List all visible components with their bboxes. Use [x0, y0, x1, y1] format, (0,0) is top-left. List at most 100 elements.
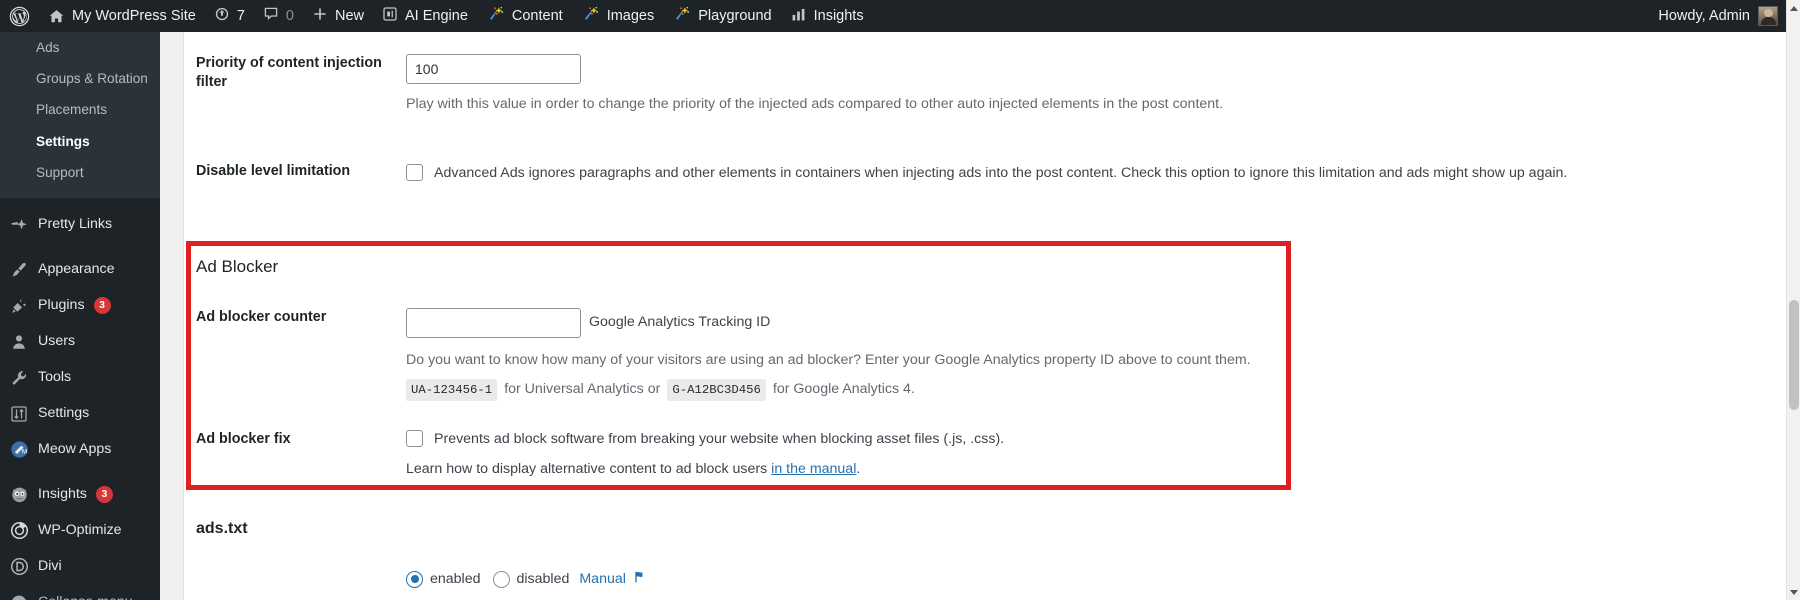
insights-menu[interactable]: Insights	[781, 0, 873, 32]
google-analytics-tracking-id-label: Google Analytics Tracking ID	[589, 314, 771, 331]
content-menu[interactable]: Content	[477, 0, 572, 32]
insights-label: Insights	[813, 7, 864, 24]
sidebar-item-groups-rotation[interactable]: Groups & Rotation	[0, 63, 160, 94]
ad-blocker-fix-manual-line: Learn how to display alternative content…	[406, 459, 1384, 480]
priority-input[interactable]	[406, 54, 581, 84]
sidebar-item-divi[interactable]: Divi	[0, 549, 160, 585]
sidebar-item-wp-optimize[interactable]: WP-Optimize	[0, 513, 160, 549]
wordpress-logo-icon	[9, 6, 30, 27]
sidebar-item-collapse-menu[interactable]: Collapse menu	[0, 585, 160, 600]
settings-sliders-icon	[9, 404, 29, 424]
wp-optimize-icon	[9, 521, 29, 541]
sidebar-item-label: Settings	[38, 405, 90, 422]
account-menu[interactable]: Howdy, Admin	[1658, 6, 1786, 26]
priority-setting-row: Priority of content injection filter Pla…	[184, 54, 1684, 115]
disable-level-limitation-label: Disable level limitation	[196, 163, 351, 179]
new-label: New	[334, 7, 364, 24]
learn-more-suffix-text: .	[856, 461, 861, 478]
content-area: Priority of content injection filter Pla…	[160, 32, 1786, 600]
ad-blocker-counter-row: Ad blocker counter Google Analytics Trac…	[184, 308, 1384, 401]
sidebar-item-ads[interactable]: Ads	[0, 32, 160, 63]
ads-txt-disabled-radio[interactable]	[492, 570, 510, 588]
avatar	[1758, 6, 1778, 26]
sidebar-item-settings[interactable]: Settings	[0, 126, 160, 157]
sidebar-item-label: Tools	[38, 369, 72, 386]
ad-blocker-fix-checkbox[interactable]	[406, 430, 423, 447]
ad-blocker-counter-input[interactable]	[406, 308, 581, 338]
ads-txt-manual-link[interactable]: Manual	[579, 571, 626, 587]
ad-blocker-section-title: Ad Blocker	[196, 257, 279, 276]
updates-menu[interactable]: 7	[205, 0, 254, 32]
plugins-plug-icon	[9, 296, 29, 316]
content-label: Content	[511, 7, 563, 24]
ad-blocker-counter-field: Google Analytics Tracking ID Do you want…	[406, 308, 1384, 401]
sidebar-item-label: Insights	[38, 486, 87, 503]
sidebar-item-support[interactable]: Support	[0, 157, 160, 188]
sidebar-item-placements[interactable]: Placements	[0, 95, 160, 126]
in-the-manual-link[interactable]: in the manual	[771, 461, 856, 477]
sidebar-item-plugins[interactable]: Plugins 3	[0, 288, 160, 324]
priority-help-text: Play with this value in order to change …	[406, 96, 1224, 112]
settings-panel: Priority of content injection filter Pla…	[183, 32, 1786, 600]
ad-blocker-counter-help-line2: UA-123456-1 for Universal Analytics or G…	[406, 379, 1384, 401]
sidebar-item-meow-apps[interactable]: M Meow Apps	[0, 432, 160, 468]
admin-sidebar: Ads Groups & Rotation Placements Setting…	[0, 32, 160, 600]
svg-text:M: M	[21, 449, 27, 456]
ga4-tracking-id-code: G-A12BC3D456	[667, 379, 766, 401]
ad-blocker-counter-label: Ad blocker counter	[196, 309, 327, 325]
manual-flag-icon	[633, 570, 647, 588]
ads-txt-enabled-radio[interactable]	[406, 570, 423, 588]
ad-blocker-counter-help-line1: Do you want to know how many of your vis…	[406, 352, 1251, 368]
sidebar-item-label: WP-Optimize	[38, 522, 122, 539]
ua-tracking-id-code: UA-123456-1	[406, 379, 498, 401]
comment-bubble-icon	[263, 6, 279, 26]
scroll-down-arrow[interactable]	[1787, 584, 1800, 600]
menu-separator	[0, 243, 160, 252]
scroll-up-arrow[interactable]	[1787, 0, 1800, 16]
meow-apps-icon: M	[9, 440, 29, 460]
advanced-ads-submenu: Ads Groups & Rotation Placements Setting…	[0, 32, 160, 198]
updates-icon	[214, 6, 230, 26]
vertical-scrollbar[interactable]	[1786, 0, 1800, 600]
ai-engine-icon	[382, 6, 398, 26]
sidebar-item-label: Appearance	[38, 261, 115, 278]
scrollbar-thumb[interactable]	[1789, 300, 1799, 410]
playground-menu[interactable]: Playground	[663, 0, 780, 32]
magic-wand-icon	[486, 5, 505, 28]
priority-field: Play with this value in order to change …	[406, 54, 1684, 115]
sidebar-item-tools[interactable]: Tools	[0, 360, 160, 396]
pretty-links-icon	[9, 215, 29, 235]
admin-bar: My WordPress Site 7 0 New AI Engine Cont…	[0, 0, 1786, 32]
home-icon	[48, 8, 65, 24]
ad-blocker-fix-checkbox-text: Prevents ad block software from breaking…	[434, 431, 1005, 447]
disable-level-limitation-row: Disable level limitation Advanced Ads ig…	[184, 162, 1684, 183]
ai-engine-label: AI Engine	[405, 7, 468, 24]
ad-blocker-fix-row: Ad blocker fix Prevents ad block softwar…	[184, 430, 1384, 480]
sidebar-item-pretty-links[interactable]: Pretty Links	[0, 207, 160, 243]
sidebar-item-appearance[interactable]: Appearance	[0, 252, 160, 288]
ad-blocker-fix-field: Prevents ad block software from breaking…	[406, 430, 1384, 480]
sidebar-item-label: Pretty Links	[38, 216, 113, 233]
howdy-label: Howdy, Admin	[1658, 8, 1750, 24]
wordpress-admin-screen: My WordPress Site 7 0 New AI Engine Cont…	[0, 0, 1800, 600]
sidebar-item-label: Plugins	[38, 297, 85, 314]
images-label: Images	[606, 7, 655, 24]
sidebar-item-users[interactable]: Users	[0, 324, 160, 360]
sidebar-item-settings[interactable]: Settings	[0, 396, 160, 432]
sidebar-item-insights[interactable]: Insights 3	[0, 477, 160, 513]
ai-engine-menu[interactable]: AI Engine	[373, 0, 477, 32]
ads-txt-disabled-label: disabled	[516, 571, 570, 587]
sidebar-item-label: Collapse menu	[38, 594, 133, 600]
images-menu[interactable]: Images	[572, 0, 664, 32]
ads-txt-options-row: enabled disabled Manual	[406, 570, 647, 588]
users-person-icon	[9, 332, 29, 352]
comments-menu[interactable]: 0	[254, 0, 303, 32]
magic-wand-icon	[581, 5, 600, 28]
plugins-update-badge: 3	[93, 297, 111, 315]
plus-icon	[312, 6, 328, 26]
new-content-menu[interactable]: New	[303, 0, 373, 32]
sidebar-item-label: Divi	[38, 558, 62, 575]
disable-level-limitation-checkbox[interactable]	[406, 164, 423, 181]
site-name-menu[interactable]: My WordPress Site	[39, 0, 205, 32]
wp-logo-menu[interactable]	[0, 0, 39, 32]
